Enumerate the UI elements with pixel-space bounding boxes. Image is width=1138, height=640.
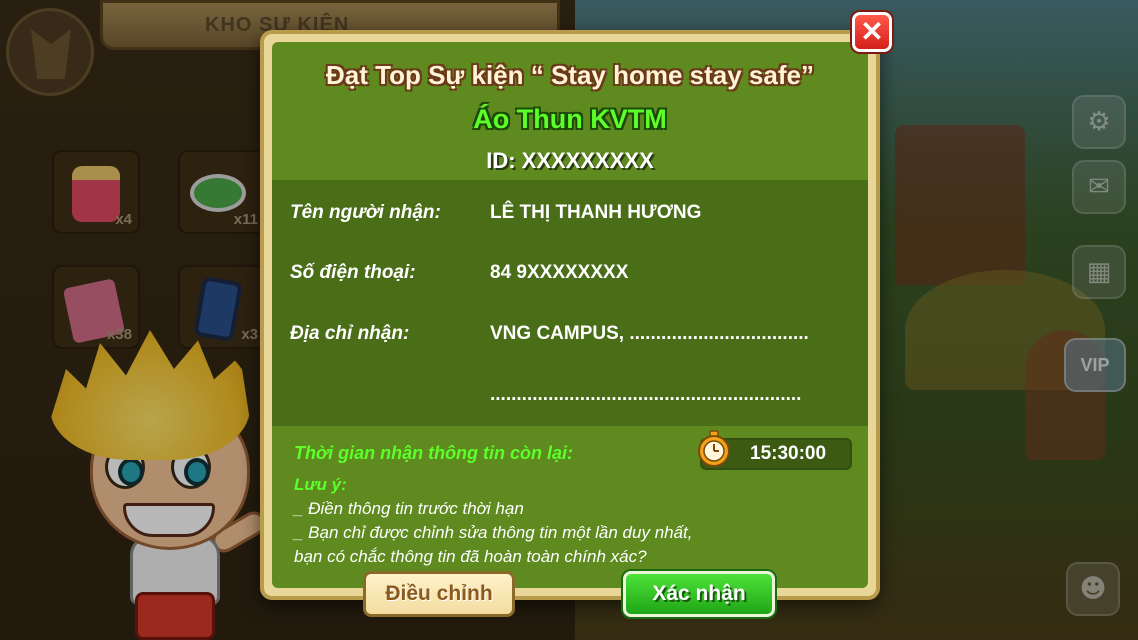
prize-name: Áo Thun KVTM	[473, 104, 667, 134]
prize-id: ID: XXXXXXXXX	[486, 148, 654, 173]
confirm-button[interactable]: Xác nhận	[623, 571, 775, 617]
timer-value: 15:30:00	[750, 443, 827, 464]
dialog-title: Đạt Top Sự kiện “ Stay home stay safe”	[326, 60, 814, 90]
phone-label: Số điện thoại:	[290, 262, 416, 283]
address-line-2: ........................................…	[490, 384, 802, 405]
address-line-1: VNG CAMPUS, ............................…	[490, 323, 809, 344]
note-line: bạn có chắc thông tin đã hoàn toàn chính…	[294, 547, 647, 566]
dialog-body: Đạt Top Sự kiện “ Stay home stay safe” Á…	[272, 42, 868, 588]
recipient-name-value: LÊ THỊ THANH HƯƠNG	[490, 202, 702, 223]
edit-button[interactable]: Điều chỉnh	[363, 571, 515, 617]
prize-info-dialog: Đạt Top Sự kiện “ Stay home stay safe” Á…	[260, 30, 880, 600]
close-button[interactable]: ✕	[852, 12, 892, 52]
alarm-clock-icon	[698, 430, 730, 467]
recipient-name-label: Tên người nhận:	[290, 202, 441, 223]
address-label: Địa chỉ nhận:	[290, 323, 410, 344]
phone-value: 84 9XXXXXXXX	[490, 262, 629, 283]
note-line: _ Bạn chỉ được chỉnh sửa thông tin một l…	[294, 523, 693, 542]
timer-label: Thời gian nhận thông tin còn lại:	[294, 443, 574, 463]
note-line: _ Điền thông tin trước thời hạn	[294, 499, 524, 518]
note-title: Lưu ý:	[294, 475, 347, 494]
recipient-info-panel: Tên người nhận: LÊ THỊ THANH HƯƠNG Số đi…	[272, 180, 868, 426]
close-icon: ✕	[860, 16, 884, 47]
